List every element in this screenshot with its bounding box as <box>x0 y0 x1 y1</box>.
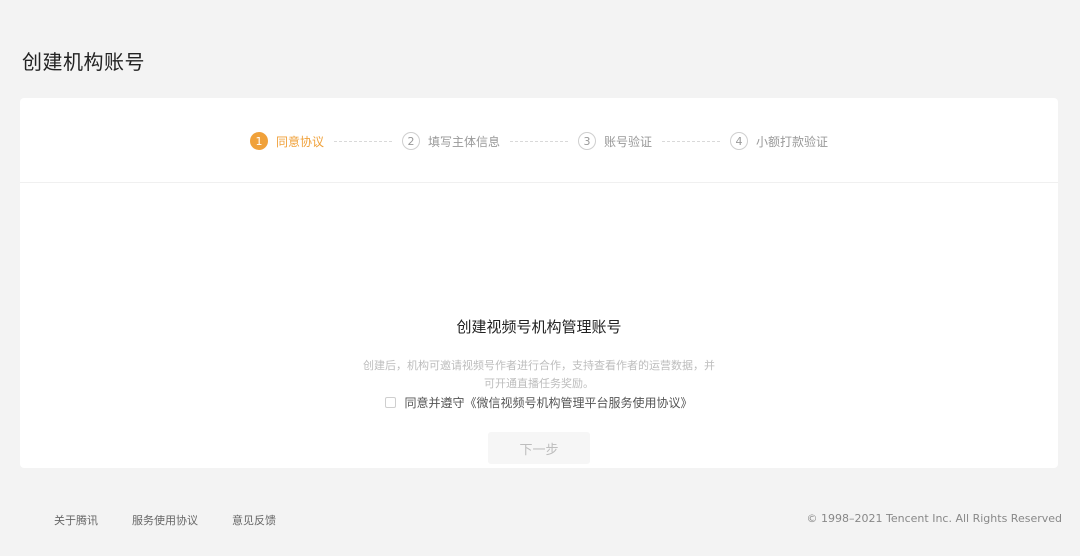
step-label: 同意协议 <box>275 134 324 149</box>
agreement-text[interactable]: 同意并遵守《微信视频号机构管理平台服务使用协议》 <box>404 394 692 411</box>
footer-links: 关于腾讯 服务使用协议 意见反馈 <box>54 512 310 528</box>
footer-link-feedback[interactable]: 意见反馈 <box>232 512 276 528</box>
step-number: 4 <box>730 132 749 150</box>
step-separator <box>662 140 721 142</box>
copyright: © 1998–2021 Tencent Inc. All Rights Rese… <box>806 512 1062 525</box>
footer-link-about[interactable]: 关于腾讯 <box>54 512 98 528</box>
step-separator <box>333 140 392 142</box>
step-label: 账号验证 <box>604 134 653 149</box>
main-card: 1 同意协议 2 填写主体信息 3 账号验证 4 小额打款验证 创建视频号机构管… <box>20 98 1058 468</box>
step-1: 1 同意协议 <box>249 132 324 150</box>
step-label: 填写主体信息 <box>427 134 500 149</box>
stepper-divider <box>20 182 1058 183</box>
footer-link-terms[interactable]: 服务使用协议 <box>132 512 198 528</box>
content-title: 创建视频号机构管理账号 <box>456 318 622 336</box>
content-description: 创建后，机构可邀请视频号作者进行合作，支持查看作者的运营数据，并可开通直播任务奖… <box>363 359 715 390</box>
step-3: 3 账号验证 <box>578 132 652 150</box>
step-4: 4 小额打款验证 <box>730 132 828 150</box>
agreement-checkbox[interactable] <box>385 397 397 408</box>
step-separator <box>510 140 568 142</box>
step-number: 3 <box>578 132 596 150</box>
page-title: 创建机构账号 <box>22 50 145 74</box>
step-number: 1 <box>249 132 268 150</box>
step-number: 2 <box>401 132 420 150</box>
step-label: 小额打款验证 <box>756 134 829 149</box>
next-step-button[interactable]: 下一步 <box>488 432 590 464</box>
agreement-row[interactable]: 同意并遵守《微信视频号机构管理平台服务使用协议》 <box>20 394 1058 411</box>
stepper: 1 同意协议 2 填写主体信息 3 账号验证 4 小额打款验证 <box>20 126 1058 156</box>
step-2: 2 填写主体信息 <box>401 132 500 150</box>
